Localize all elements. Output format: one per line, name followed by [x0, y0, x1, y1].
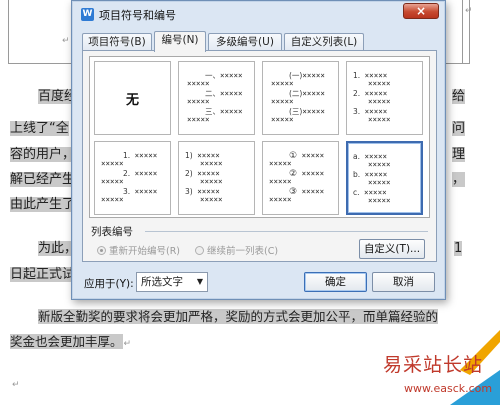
dialog-title: 项目符号和编号: [99, 9, 176, 22]
radio-icon: [195, 246, 204, 255]
numbering-panel: 无 一、××××× ××××× 二、××××× ××××× 三、××××× ××…: [82, 50, 437, 262]
section-divider: [145, 231, 428, 232]
table-divider: [462, 0, 463, 64]
tab-numbering[interactable]: 编号(N): [154, 31, 206, 52]
numbering-style-chinese-paren[interactable]: (一)××××× ××××× (二)××××× ××××× (三)××××× ×…: [262, 61, 339, 135]
paragraph-mark: ↵: [12, 380, 20, 390]
document-line-tail: 理: [452, 147, 466, 162]
numbering-style-arabic-dot-indent[interactable]: 1. ××××× ××××× 2. ××××× ××××× 3. ××××× ×…: [94, 141, 171, 215]
restart-numbering-radio[interactable]: 重新开始编号(R): [97, 243, 180, 257]
tab-custom-list[interactable]: 自定义列表(L): [284, 33, 364, 51]
close-icon: ×: [415, 4, 427, 18]
wps-app-icon: W: [81, 8, 94, 21]
dialog-titlebar[interactable]: W 项目符号和编号 ×: [72, 1, 445, 27]
document-line: 奖金也会更加丰厚。↵: [10, 334, 132, 349]
list-numbering-label: 列表编号: [91, 226, 133, 238]
document-line: 容的用户，: [10, 147, 76, 162]
continue-list-radio[interactable]: 继续前一列表(C): [195, 243, 278, 257]
dropdown-arrow-icon: ▼: [196, 277, 203, 286]
apply-to-label: 应用于(Y):: [84, 278, 134, 290]
document-line: 新版全勤奖的要求将会更加严格，奖励的方式会更加公平，而单篇经验的: [38, 309, 439, 324]
numbering-style-arabic-paren[interactable]: 1) ××××× ××××× 2) ××××× ××××× 3) ××××× ×…: [178, 141, 255, 215]
close-button[interactable]: ×: [403, 3, 439, 19]
numbering-style-circled[interactable]: ① ××××× ××××× ② ××××× ××××× ③ ××××× ××××…: [262, 141, 339, 215]
paragraph-mark: ↵: [465, 6, 473, 16]
watermark-text: 易采站长站: [383, 354, 484, 376]
bullets-numbering-dialog: W 项目符号和编号 × 项目符号(B) 编号(N) 多级编号(U) 自定义列表(…: [71, 0, 446, 300]
numbering-style-none[interactable]: 无: [94, 61, 171, 135]
document-line: 上线了“全: [10, 121, 69, 136]
ok-button[interactable]: 确定: [304, 272, 367, 292]
apply-to-select[interactable]: 所选文字 ▼: [136, 272, 208, 292]
watermark-url: www.easck.com: [404, 382, 493, 395]
document-line-tail: 问: [452, 121, 466, 136]
document-line: 由此产生了: [10, 197, 76, 212]
paragraph-mark: ↵: [62, 36, 70, 46]
document-line: 日起正式试: [10, 267, 76, 282]
tab-bullets[interactable]: 项目符号(B): [82, 33, 152, 51]
tab-multilevel[interactable]: 多级编号(U): [208, 33, 282, 51]
cancel-button[interactable]: 取消: [372, 272, 435, 292]
numbering-style-alpha-dot[interactable]: a. ××××× ××××× b. ××××× ××××× c. ××××× ×…: [346, 141, 423, 215]
document-line: 解已经产生: [10, 172, 76, 187]
radio-icon: [97, 246, 106, 255]
document-line-tail: 给: [452, 89, 466, 104]
customize-button[interactable]: 自定义(T)...: [359, 239, 425, 259]
numbering-style-chinese-number[interactable]: 一、××××× ××××× 二、××××× ××××× 三、××××× ××××…: [178, 61, 255, 135]
document-line-tail: ，: [452, 172, 466, 187]
document-line-tail: 1: [454, 241, 463, 256]
numbering-style-gallery: 无 一、××××× ××××× 二、××××× ××××× 三、××××× ××…: [89, 56, 430, 218]
none-label: 无: [125, 93, 139, 108]
numbering-style-arabic-dot[interactable]: 1. ××××× ××××× 2. ××××× ××××× 3. ××××× ×…: [346, 61, 423, 135]
